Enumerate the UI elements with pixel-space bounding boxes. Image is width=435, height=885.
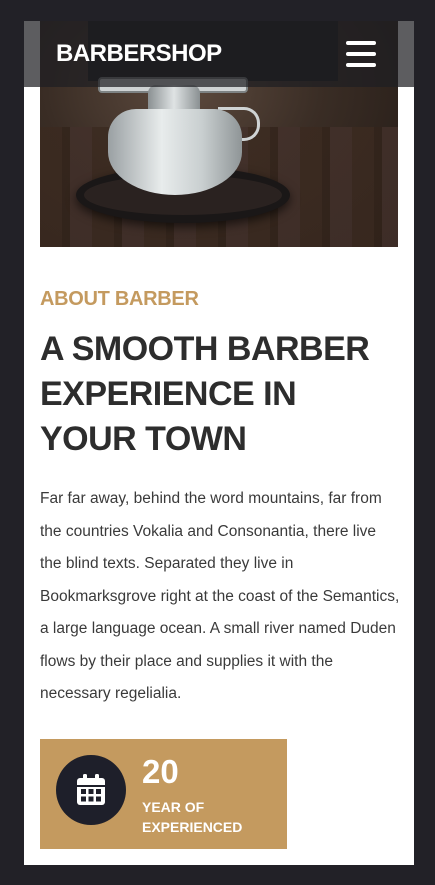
menu-bar	[346, 63, 376, 67]
app-screen: BARBERSHOP ABOUT BARBER A SMOOTH BARBER …	[24, 21, 414, 865]
experience-stat-card: 20 YEAR OF EXPERIENCED	[40, 739, 287, 849]
menu-bar	[346, 41, 376, 45]
chair-pump-decoration	[108, 109, 242, 195]
hamburger-menu-icon[interactable]	[346, 41, 376, 67]
section-eyebrow: ABOUT BARBER	[40, 288, 199, 310]
section-headline: A SMOOTH BARBER EXPERIENCE IN YOUR TOWN	[40, 330, 370, 458]
calendar-icon	[77, 774, 105, 805]
stat-icon-circle	[56, 755, 126, 825]
menu-bar	[346, 52, 376, 56]
stat-number: 20	[142, 753, 179, 790]
section-body-text: Far far away, behind the word mountains,…	[40, 490, 400, 702]
navbar: BARBERSHOP	[24, 21, 414, 87]
brand-logo[interactable]: BARBERSHOP	[56, 40, 222, 68]
stat-label: YEAR OF EXPERIENCED	[142, 799, 243, 835]
